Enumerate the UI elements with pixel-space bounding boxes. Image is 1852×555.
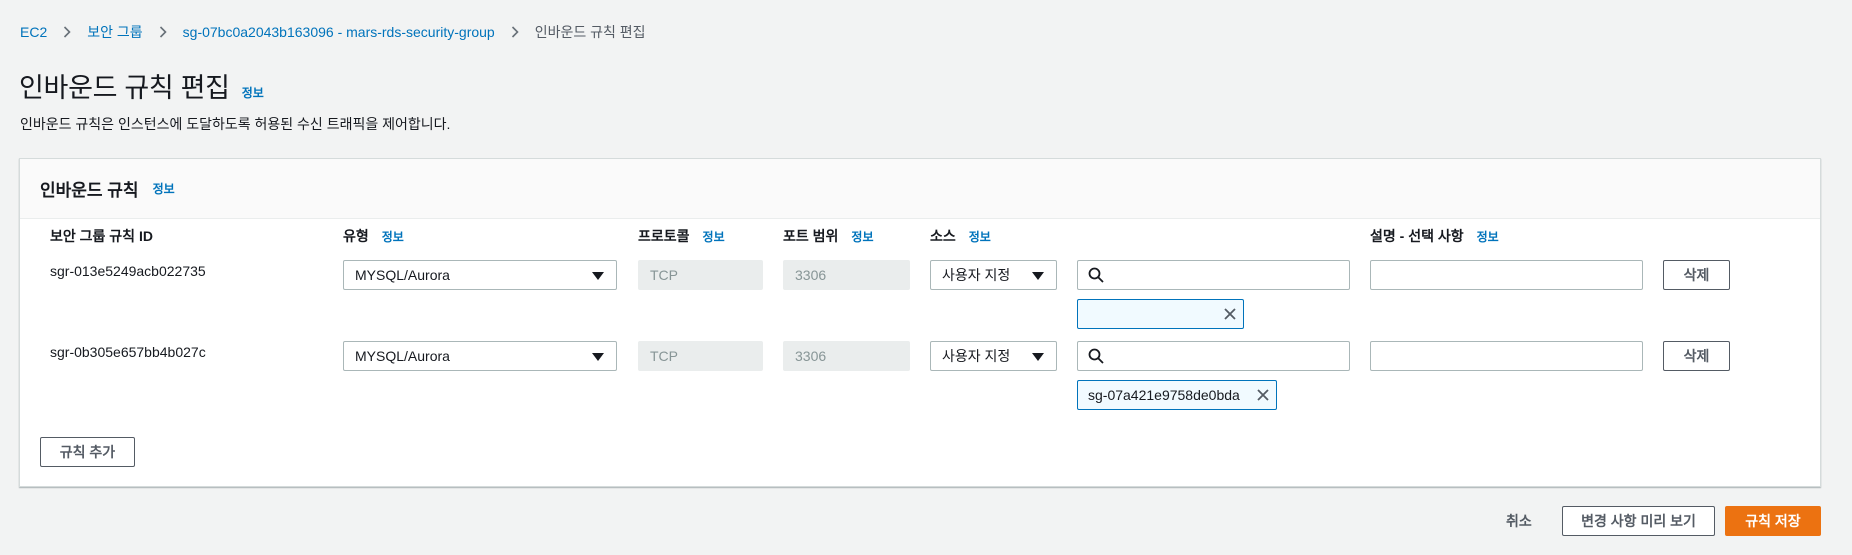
close-icon[interactable] <box>1256 388 1270 402</box>
column-header-description: 설명 - 선택 사항 정보 <box>1370 226 1499 246</box>
delete-rule-button[interactable]: 삭제 <box>1663 341 1730 371</box>
panel-header: 인바운드 규칙 정보 <box>20 159 1820 219</box>
search-icon <box>1088 267 1104 283</box>
column-header-label: 보안 그룹 규칙 ID <box>50 228 153 244</box>
column-header-label: 프로토콜 <box>638 228 690 244</box>
caret-down-icon <box>592 353 604 361</box>
type-select-value: MYSQL/Aurora <box>355 348 450 364</box>
type-select-value: MYSQL/Aurora <box>355 267 450 283</box>
cancel-button[interactable]: 취소 <box>1506 511 1532 531</box>
source-type-select[interactable]: 사용자 지정 <box>930 341 1057 371</box>
column-header-source: 소스 정보 <box>930 226 991 246</box>
breadcrumb: EC2 보안 그룹 sg-07bc0a2043b163096 - mars-rd… <box>20 22 646 42</box>
breadcrumb-ec2[interactable]: EC2 <box>20 24 47 40</box>
port-range-field: 3306 <box>783 260 910 290</box>
column-header-type: 유형 정보 <box>343 226 404 246</box>
rule-id: sgr-0b305e657bb4b027c <box>50 344 206 360</box>
inbound-rules-panel: 인바운드 규칙 정보 보안 그룹 규칙 ID 유형 정보 프로토콜 정보 포트 … <box>19 158 1821 487</box>
source-type-select[interactable]: 사용자 지정 <box>930 260 1057 290</box>
description-input[interactable] <box>1370 260 1643 290</box>
caret-down-icon <box>1032 353 1044 361</box>
save-rules-button[interactable]: 규칙 저장 <box>1725 506 1821 536</box>
breadcrumb-security-group[interactable]: sg-07bc0a2043b163096 - mars-rds-security… <box>183 24 495 40</box>
breadcrumb-current: 인바운드 규칙 편집 <box>534 24 646 40</box>
panel-title: 인바운드 규칙 <box>40 181 139 200</box>
description-input[interactable] <box>1370 341 1643 371</box>
breadcrumb-security-groups[interactable]: 보안 그룹 <box>87 22 142 42</box>
column-header-label: 설명 - 선택 사항 <box>1370 228 1464 244</box>
delete-rule-button[interactable]: 삭제 <box>1663 260 1730 290</box>
caret-down-icon <box>1032 272 1044 280</box>
chevron-right-icon <box>509 26 521 38</box>
type-info-link[interactable]: 정보 <box>382 228 404 245</box>
chevron-right-icon <box>61 26 73 38</box>
page-description: 인바운드 규칙은 인스턴스에 도달하도록 허용된 수신 트래픽을 제어합니다. <box>20 116 451 132</box>
protocol-field: TCP <box>638 341 763 371</box>
type-select[interactable]: MYSQL/Aurora <box>343 341 617 371</box>
description-info-link[interactable]: 정보 <box>1477 228 1499 245</box>
page-header: 인바운드 규칙 편집 정보 <box>19 66 264 105</box>
port-range-info-link[interactable]: 정보 <box>851 228 873 245</box>
add-rule-button[interactable]: 규칙 추가 <box>40 437 135 467</box>
caret-down-icon <box>592 272 604 280</box>
column-header-label: 포트 범위 <box>783 228 839 244</box>
column-header-label: 유형 <box>343 228 369 244</box>
page-title: 인바운드 규칙 편집 <box>19 73 230 103</box>
panel-info-link[interactable]: 정보 <box>153 180 175 197</box>
source-search-input[interactable] <box>1077 341 1350 371</box>
type-select[interactable]: MYSQL/Aurora <box>343 260 617 290</box>
source-info-link[interactable]: 정보 <box>969 228 991 245</box>
protocol-field: TCP <box>638 260 763 290</box>
search-icon <box>1088 348 1104 364</box>
port-range-field: 3306 <box>783 341 910 371</box>
close-icon[interactable] <box>1223 307 1237 321</box>
column-header-port-range: 포트 범위 정보 <box>783 226 874 246</box>
preview-changes-button[interactable]: 변경 사항 미리 보기 <box>1562 506 1715 536</box>
protocol-info-link[interactable]: 정보 <box>703 228 725 245</box>
column-header-rule-id: 보안 그룹 규칙 ID <box>50 226 153 246</box>
source-token-label: sg-07a421e9758de0bda <box>1088 387 1240 403</box>
source-search-input[interactable] <box>1077 260 1350 290</box>
column-header-label: 소스 <box>930 228 956 244</box>
column-header-protocol: 프로토콜 정보 <box>638 226 725 246</box>
source-token[interactable] <box>1077 299 1244 329</box>
source-type-value: 사용자 지정 <box>942 267 1011 283</box>
chevron-right-icon <box>157 26 169 38</box>
rule-id: sgr-013e5249acb022735 <box>50 263 206 279</box>
source-type-value: 사용자 지정 <box>942 348 1011 364</box>
source-token[interactable]: sg-07a421e9758de0bda <box>1077 380 1277 410</box>
page-info-link[interactable]: 정보 <box>242 84 264 101</box>
